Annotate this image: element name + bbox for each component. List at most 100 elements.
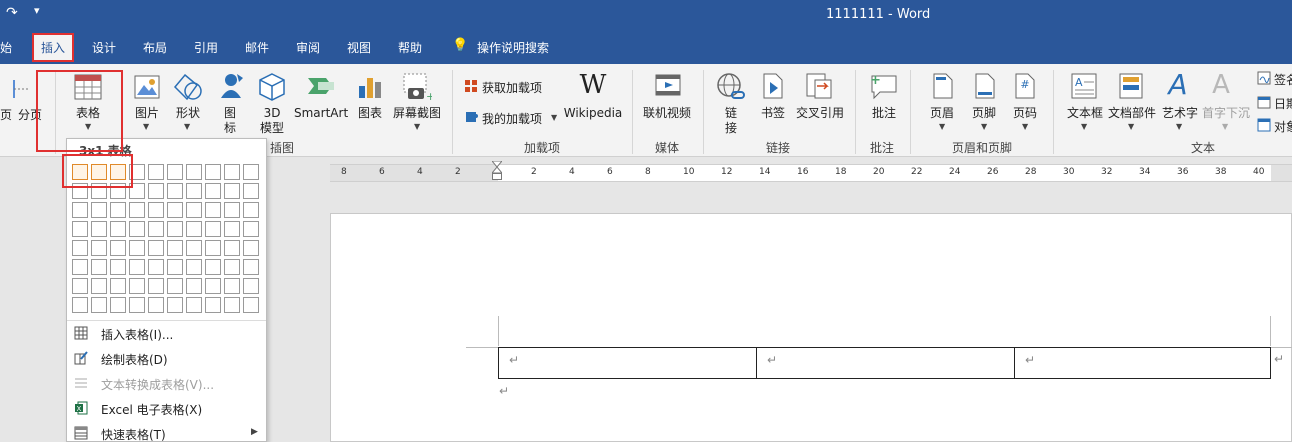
tab-view[interactable]: 视图 (347, 39, 371, 56)
table-grid-cell[interactable] (110, 183, 126, 199)
table-grid-cell[interactable] (148, 202, 164, 218)
table-grid-cell[interactable] (72, 183, 88, 199)
table-grid-cell[interactable] (167, 297, 183, 313)
table-grid-cell[interactable] (91, 240, 107, 256)
table-grid-cell[interactable] (91, 164, 107, 180)
table-grid-cell[interactable] (167, 259, 183, 275)
get-addins-button[interactable]: 获取加载项 (482, 79, 542, 96)
table-grid-cell[interactable] (148, 221, 164, 237)
table-grid-cell[interactable] (186, 278, 202, 294)
table-grid-cell[interactable] (110, 202, 126, 218)
signature-line-button[interactable]: 签名 (1274, 71, 1292, 88)
table-grid-cell[interactable] (224, 240, 240, 256)
table-grid-cell[interactable] (205, 164, 221, 180)
table-grid-cell[interactable] (186, 297, 202, 313)
tell-me-search[interactable]: 操作说明搜索 (477, 39, 549, 56)
icons-button-line2[interactable]: 标 (218, 121, 242, 135)
insert-table-menu-item[interactable]: 插入表格(I)... (67, 321, 266, 346)
table-grid-cell[interactable] (91, 259, 107, 275)
tab-help[interactable]: 帮助 (398, 39, 422, 56)
table-grid-cell[interactable] (148, 278, 164, 294)
table-grid-cell[interactable] (110, 297, 126, 313)
table-grid-cell[interactable] (148, 240, 164, 256)
table-grid-cell[interactable] (205, 240, 221, 256)
wordart-button[interactable]: 艺术字 (1160, 106, 1200, 120)
table-grid-cell[interactable] (205, 259, 221, 275)
table-grid-cell[interactable] (186, 202, 202, 218)
table-grid-cell[interactable] (243, 278, 259, 294)
redo-icon[interactable]: ↷ (6, 5, 18, 21)
table-grid-cell[interactable] (186, 240, 202, 256)
table-grid-cell[interactable] (224, 164, 240, 180)
quick-parts-button[interactable]: 文档部件 (1107, 106, 1157, 120)
table-grid-cell[interactable] (72, 259, 88, 275)
table-grid-cell[interactable] (243, 183, 259, 199)
table-grid-cell[interactable] (167, 221, 183, 237)
table-grid-cell[interactable] (243, 221, 259, 237)
3d-model-button-line2[interactable]: 模型 (256, 121, 288, 135)
smartart-button[interactable]: SmartArt (294, 106, 348, 120)
chart-button[interactable]: 图表 (354, 106, 386, 120)
table-grid-cell[interactable] (205, 278, 221, 294)
table-grid-cell[interactable] (72, 240, 88, 256)
table-grid-cell[interactable] (205, 202, 221, 218)
table-grid-cell[interactable] (167, 202, 183, 218)
excel-spreadsheet-menu-item[interactable]: X Excel 电子表格(X) (67, 396, 266, 421)
tab-home[interactable]: 始 (0, 39, 12, 56)
table-grid-cell[interactable] (167, 164, 183, 180)
page-break-button[interactable]: 分页 (18, 106, 42, 123)
page-number-button[interactable]: 页码 (1009, 106, 1041, 120)
table-grid-cell[interactable] (110, 164, 126, 180)
3d-model-button-line1[interactable]: 3D (256, 106, 288, 120)
header-button[interactable]: 页眉 (926, 106, 958, 120)
table-grid-cell[interactable] (167, 278, 183, 294)
table-grid-cell[interactable] (91, 202, 107, 218)
tab-insert[interactable]: 插入 (32, 33, 74, 62)
table-grid-cell[interactable] (243, 164, 259, 180)
wikipedia-button[interactable]: Wikipedia (563, 106, 623, 120)
table-grid-cell[interactable] (224, 278, 240, 294)
table-grid-cell[interactable] (129, 297, 145, 313)
screenshot-button[interactable]: 屏幕截图 (390, 106, 444, 120)
table-grid-cell[interactable] (91, 183, 107, 199)
table-grid-cell[interactable] (91, 297, 107, 313)
date-time-button[interactable]: 日期 (1274, 95, 1292, 112)
table-grid-cell[interactable] (91, 278, 107, 294)
tab-references[interactable]: 引用 (194, 39, 218, 56)
footer-button[interactable]: 页脚 (968, 106, 1000, 120)
table-grid-cell[interactable] (110, 240, 126, 256)
table-grid-cell[interactable] (186, 221, 202, 237)
table-grid-cell[interactable] (243, 259, 259, 275)
table-grid-cell[interactable] (110, 259, 126, 275)
customize-quick-access-icon[interactable]: ▾ (34, 4, 40, 17)
new-comment-button[interactable]: 批注 (868, 106, 900, 120)
table-grid-cell[interactable] (224, 202, 240, 218)
table-grid-cell[interactable] (129, 164, 145, 180)
table-grid-cell[interactable] (186, 183, 202, 199)
table-grid-cell[interactable] (224, 259, 240, 275)
link-button-line2[interactable]: 接 (722, 121, 740, 135)
link-button-line1[interactable]: 链 (722, 106, 740, 120)
table-grid-cell[interactable] (148, 164, 164, 180)
table-grid-cell[interactable] (72, 164, 88, 180)
table-grid-cell[interactable] (167, 183, 183, 199)
blank-page-button[interactable]: 页 (0, 106, 12, 123)
table-grid-cell[interactable] (129, 183, 145, 199)
table-grid-cell[interactable] (72, 221, 88, 237)
table-grid-cell[interactable] (243, 297, 259, 313)
tab-mailings[interactable]: 邮件 (245, 39, 269, 56)
table-grid-cell[interactable] (205, 297, 221, 313)
icons-button-line1[interactable]: 图 (218, 106, 242, 120)
table-grid-cell[interactable] (224, 221, 240, 237)
table-grid-cell[interactable] (148, 297, 164, 313)
table-grid-cell[interactable] (129, 259, 145, 275)
table-icon[interactable] (74, 74, 102, 100)
bookmark-button[interactable]: 书签 (757, 106, 789, 120)
table-grid-cell[interactable] (224, 297, 240, 313)
table-grid-cell[interactable] (167, 240, 183, 256)
table-grid-cell[interactable] (205, 221, 221, 237)
table-grid-cell[interactable] (110, 278, 126, 294)
table-grid-cell[interactable] (148, 183, 164, 199)
tab-design[interactable]: 设计 (92, 39, 116, 56)
table-grid-cell[interactable] (186, 259, 202, 275)
